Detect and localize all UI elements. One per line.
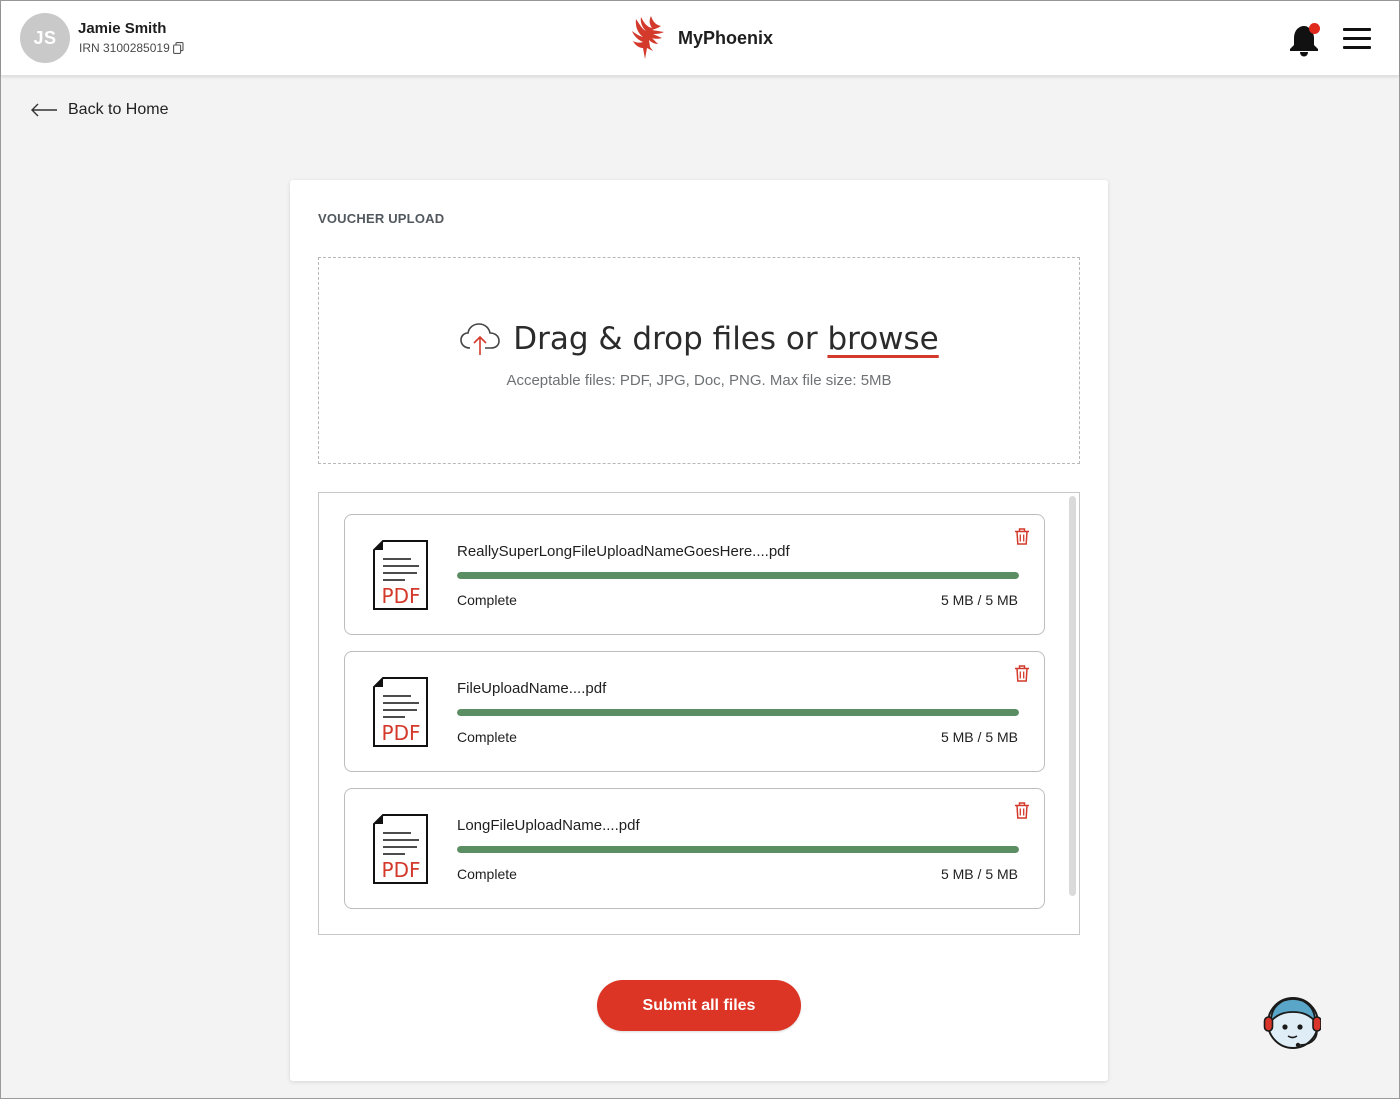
pdf-file-icon: PDF bbox=[373, 540, 428, 610]
file-name: LongFileUploadName....pdf bbox=[457, 817, 640, 834]
cloud-upload-icon bbox=[460, 323, 501, 355]
voucher-upload-card: VOUCHER UPLOAD Drag & drop files or brow… bbox=[290, 180, 1108, 1081]
file-size: 5 MB / 5 MB bbox=[940, 866, 1018, 882]
file-name: FileUploadName....pdf bbox=[457, 680, 607, 697]
pdf-file-icon: PDF bbox=[373, 814, 428, 884]
irn-text: IRN 3100285019 bbox=[79, 41, 170, 55]
copy-icon[interactable] bbox=[172, 42, 184, 54]
uploaded-files-list[interactable]: PDF ReallySuperLongFileUploadNameGoesHer… bbox=[318, 492, 1080, 935]
file-item: PDF LongFileUploadName....pdf Complete 5… bbox=[344, 788, 1045, 909]
trash-icon[interactable] bbox=[1014, 665, 1030, 682]
bell-icon[interactable] bbox=[1288, 21, 1322, 57]
file-size: 5 MB / 5 MB bbox=[940, 592, 1018, 608]
svg-text:PDF: PDF bbox=[382, 721, 421, 745]
file-item: PDF ReallySuperLongFileUploadNameGoesHer… bbox=[344, 514, 1045, 635]
trash-icon[interactable] bbox=[1014, 802, 1030, 819]
notification-dot bbox=[1309, 23, 1320, 34]
progress-bar bbox=[457, 846, 1019, 853]
svg-text:PDF: PDF bbox=[382, 858, 421, 882]
dropzone-hint: Acceptable files: PDF, JPG, Doc, PNG. Ma… bbox=[506, 372, 892, 389]
file-status: Complete bbox=[457, 866, 517, 882]
card-title: VOUCHER UPLOAD bbox=[318, 211, 445, 226]
file-status: Complete bbox=[457, 729, 517, 745]
pdf-file-icon: PDF bbox=[373, 677, 428, 747]
file-dropzone[interactable]: Drag & drop files or browse Acceptable f… bbox=[318, 257, 1080, 464]
dropzone-text: Drag & drop files or bbox=[513, 321, 818, 357]
brand[interactable]: MyPhoenix bbox=[628, 15, 773, 61]
file-size: 5 MB / 5 MB bbox=[940, 729, 1018, 745]
back-label: Back to Home bbox=[68, 101, 169, 118]
phoenix-logo-icon bbox=[632, 16, 664, 59]
list-scrollbar[interactable] bbox=[1069, 496, 1076, 896]
trash-icon[interactable] bbox=[1014, 528, 1030, 545]
progress-bar bbox=[457, 709, 1019, 716]
brand-name: MyPhoenix bbox=[678, 27, 774, 48]
progress-fill bbox=[457, 846, 1019, 853]
arrow-left-icon bbox=[31, 103, 57, 117]
dropzone-main: Drag & drop files or browse bbox=[319, 321, 1079, 357]
browse-link[interactable]: browse bbox=[827, 321, 938, 357]
progress-fill bbox=[457, 572, 1019, 579]
file-name: ReallySuperLongFileUploadNameGoesHere...… bbox=[457, 543, 790, 560]
back-to-home-link[interactable]: Back to Home bbox=[30, 101, 168, 119]
hamburger-menu-icon[interactable] bbox=[1343, 28, 1371, 50]
user-irn: IRN 3100285019 bbox=[79, 41, 184, 55]
progress-fill bbox=[457, 709, 1019, 716]
chat-assistant-icon[interactable] bbox=[1263, 995, 1321, 1051]
file-item: PDF FileUploadName....pdf Complete 5 MB … bbox=[344, 651, 1045, 772]
user-name: Jamie Smith bbox=[78, 20, 167, 37]
svg-text:PDF: PDF bbox=[382, 584, 421, 608]
file-status: Complete bbox=[457, 592, 517, 608]
top-header: JS Jamie Smith IRN 3100285019 MyPhoenix bbox=[1, 1, 1399, 76]
progress-bar bbox=[457, 572, 1019, 579]
submit-all-files-button[interactable]: Submit all files bbox=[597, 980, 801, 1031]
avatar[interactable]: JS bbox=[20, 13, 70, 63]
